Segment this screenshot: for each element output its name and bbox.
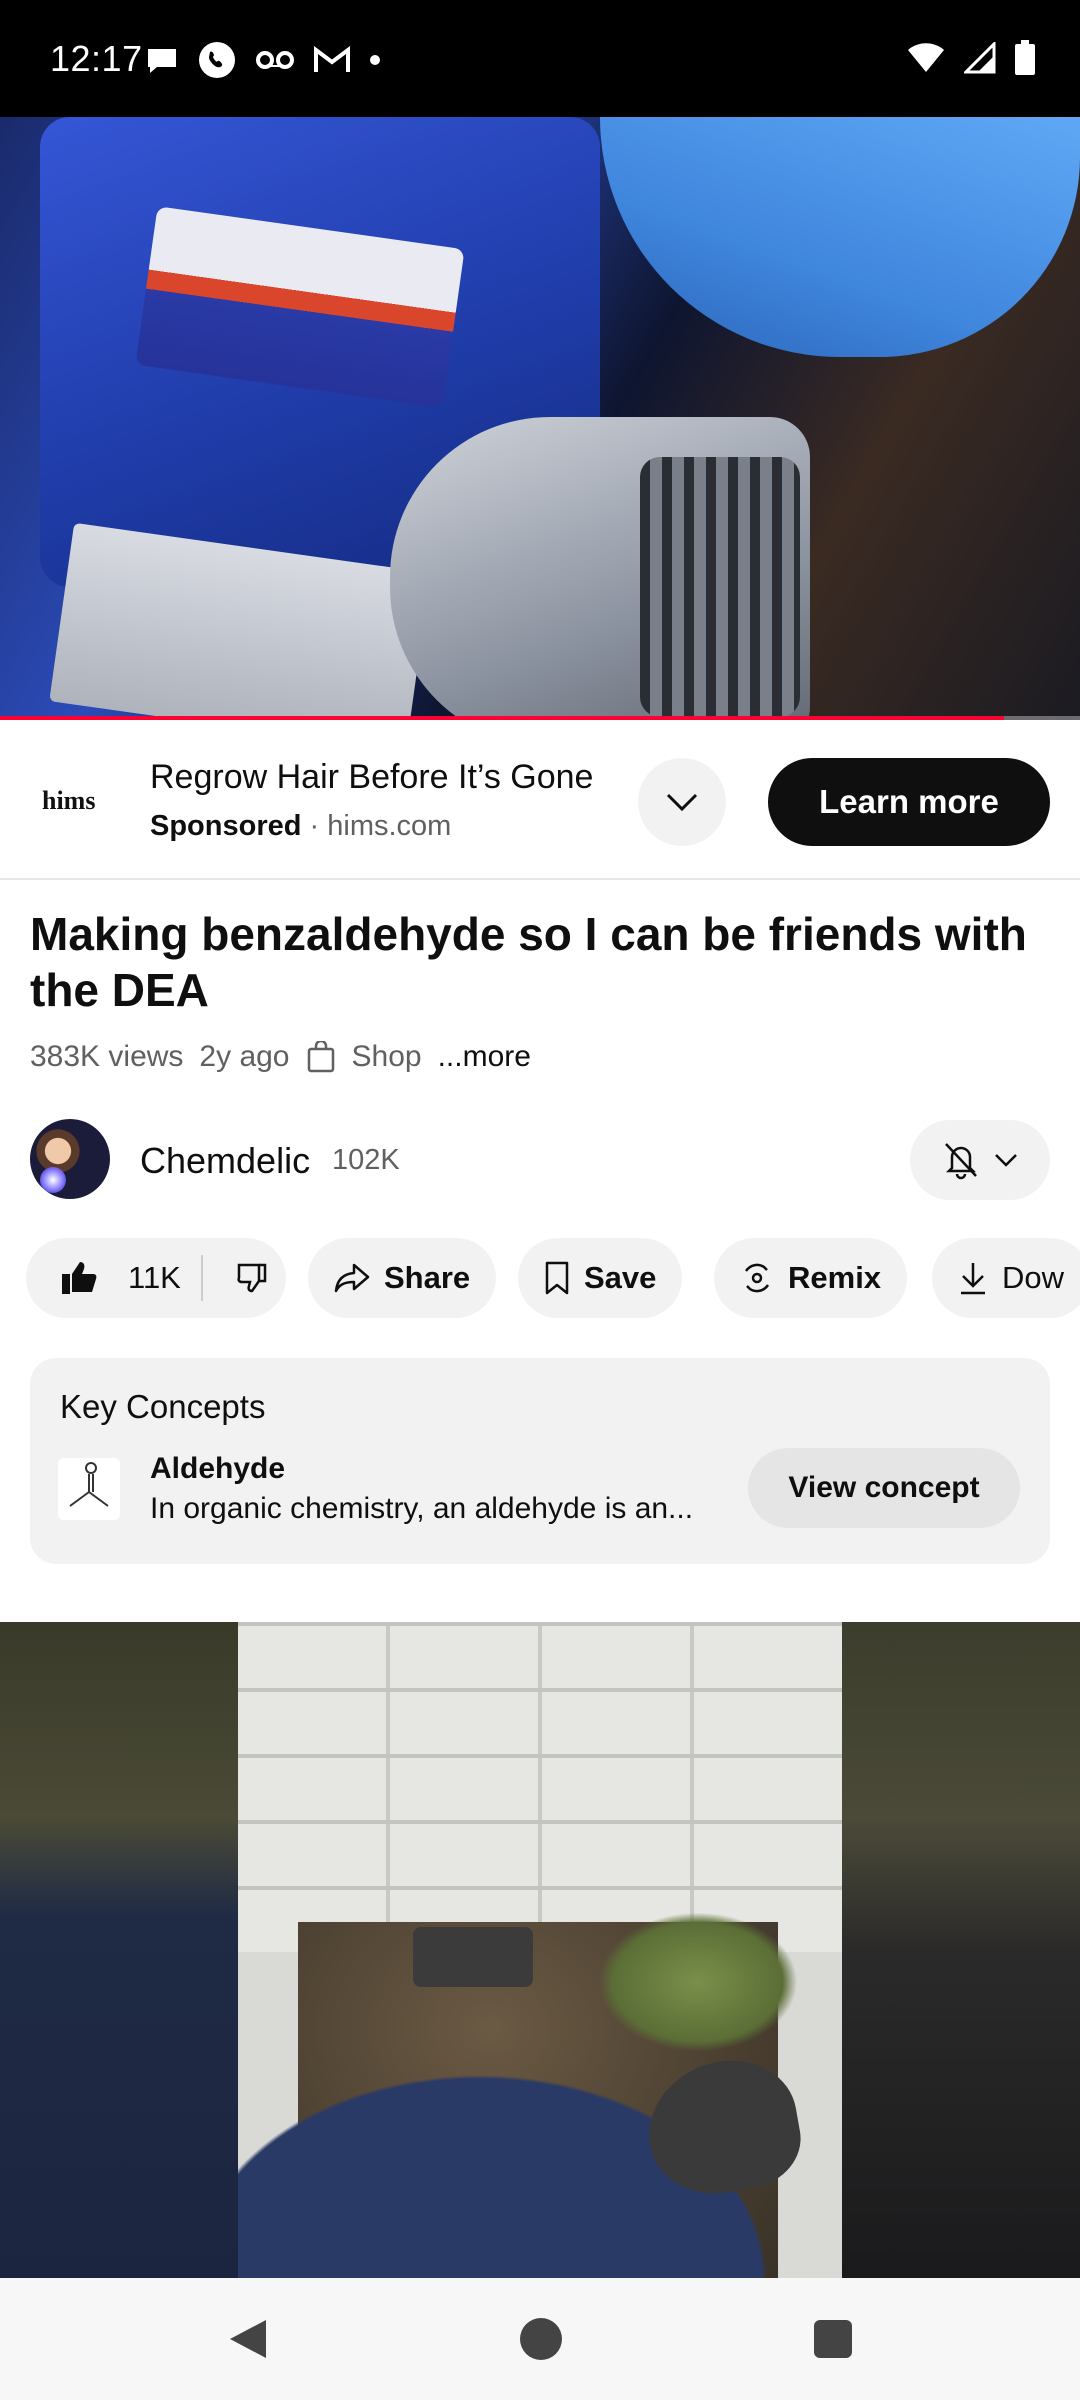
- voicemail-icon: [256, 51, 294, 69]
- wifi-icon: [908, 43, 944, 72]
- shop-label[interactable]: Shop: [352, 1040, 422, 1074]
- key-concepts-heading: Key Concepts: [60, 1388, 266, 1425]
- save-label: Save: [584, 1260, 657, 1295]
- signal-icon: [964, 42, 996, 74]
- ad-meta: Sponsored · hims.com: [150, 810, 451, 843]
- ad-domain: hims.com: [327, 810, 452, 842]
- bookmark-icon: [545, 1261, 569, 1295]
- ad-logo: hims: [42, 786, 96, 815]
- dot-icon: [370, 55, 380, 65]
- status-bar: 12:17: [0, 0, 1080, 117]
- video-frame-fins: [640, 457, 800, 717]
- video-frame-glove: [600, 117, 1080, 357]
- system-nav-bar: [0, 2278, 1080, 2400]
- dislike-button[interactable]: [217, 1238, 286, 1318]
- more-link[interactable]: ...more: [438, 1040, 531, 1074]
- channel-row: Chemdelic 102K: [0, 1116, 1080, 1204]
- recents-icon[interactable]: [814, 2320, 852, 2358]
- home-icon[interactable]: [520, 2318, 562, 2360]
- video-meta[interactable]: 383K views 2y ago Shop ...more: [30, 1040, 531, 1074]
- gmail-icon: [314, 46, 350, 72]
- aldehyde-structure-icon: [58, 1458, 120, 1520]
- next-video-preview[interactable]: [0, 1622, 1080, 2278]
- meta-separator: ·: [309, 810, 320, 842]
- chevron-down-icon: [666, 793, 698, 812]
- concept-description: In organic chemistry, an aldehyde is an.…: [150, 1492, 694, 1525]
- action-chips: 11K Share Save Remix Dow: [26, 1238, 1080, 1318]
- like-dislike-chip: 11K: [26, 1238, 286, 1318]
- download-label: Dow: [1002, 1260, 1065, 1295]
- share-label: Share: [384, 1260, 471, 1295]
- shopping-bag-icon: [307, 1041, 334, 1073]
- download-button[interactable]: Dow: [932, 1238, 1080, 1318]
- preview-side-left: [0, 1622, 238, 2278]
- back-icon[interactable]: [226, 2316, 270, 2362]
- whatsapp-icon: [199, 42, 235, 78]
- preview-device: [413, 1927, 533, 1987]
- preview-brick-wall: [238, 1622, 842, 1952]
- channel-avatar[interactable]: [30, 1119, 110, 1199]
- learn-more-button[interactable]: Learn more: [768, 758, 1050, 846]
- chevron-down-icon: [995, 1154, 1017, 1167]
- video-player[interactable]: [0, 117, 1080, 720]
- preview-frame: [238, 1622, 842, 2278]
- subscriber-count: 102K: [332, 1144, 400, 1176]
- share-icon: [334, 1263, 370, 1293]
- status-time: 12:17: [50, 38, 143, 79]
- preview-side-right: [842, 1622, 1080, 2278]
- view-count: 383K views: [30, 1040, 184, 1073]
- channel-name[interactable]: Chemdelic: [140, 1140, 310, 1182]
- save-button[interactable]: Save: [518, 1238, 683, 1318]
- ad-banner[interactable]: hims Regrow Hair Before It’s Gone Sponso…: [0, 720, 1080, 880]
- ad-expand-button[interactable]: [638, 758, 726, 846]
- bell-off-icon: [945, 1143, 977, 1180]
- avatar-glow: [40, 1167, 66, 1193]
- view-concept-button[interactable]: View concept: [748, 1448, 1020, 1528]
- download-icon: [961, 1263, 985, 1295]
- chat-icon: [148, 49, 176, 73]
- notification-bell-button[interactable]: [910, 1120, 1050, 1200]
- share-button[interactable]: Share: [308, 1238, 497, 1318]
- ad-title[interactable]: Regrow Hair Before It’s Gone: [150, 758, 593, 797]
- concept-name: Aldehyde: [150, 1452, 286, 1485]
- remix-button[interactable]: Remix: [714, 1238, 908, 1318]
- like-button[interactable]: 11K: [26, 1238, 187, 1318]
- video-title[interactable]: Making benzaldehyde so I can be friends …: [30, 906, 1060, 1018]
- remix-label: Remix: [788, 1260, 882, 1295]
- battery-icon: [1015, 40, 1035, 75]
- notification-icons: [145, 40, 381, 80]
- thumbs-up-icon: [62, 1262, 97, 1294]
- upload-age: 2y ago: [199, 1040, 290, 1073]
- sponsored-label: Sponsored: [150, 810, 302, 842]
- like-divider: [201, 1255, 204, 1301]
- like-count: 11K: [128, 1260, 181, 1295]
- remix-icon: [744, 1263, 770, 1293]
- key-concepts-card: Key Concepts Aldehyde In organic chemist…: [30, 1358, 1050, 1564]
- system-icons: [906, 40, 1036, 76]
- thumbs-down-icon: [236, 1263, 266, 1293]
